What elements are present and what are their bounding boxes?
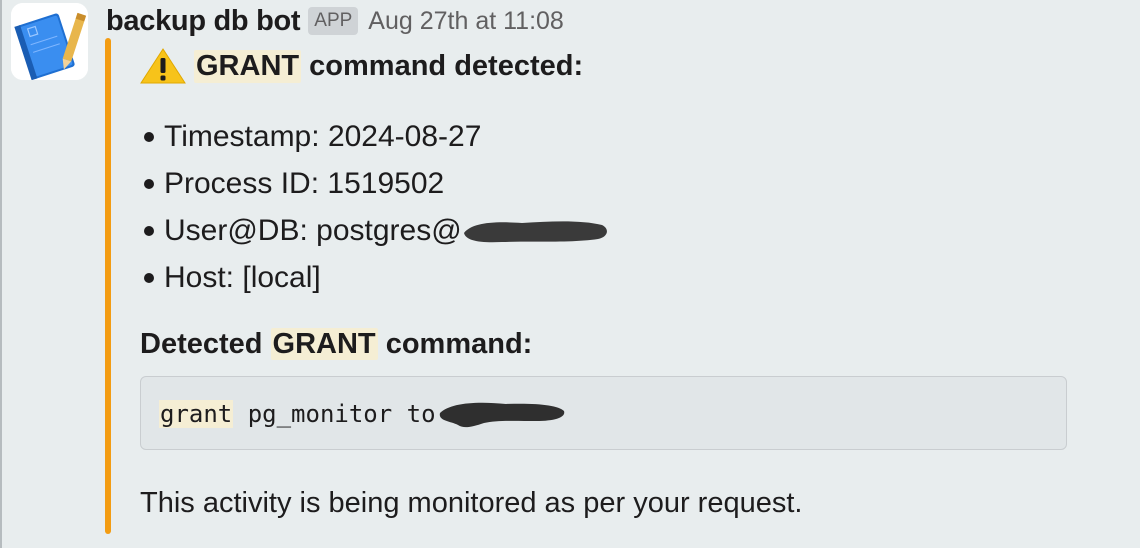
app-badge: APP [308,7,359,35]
detail-list: Timestamp: 2024-08-27 Process ID: 151950… [140,113,610,301]
window-left-edge [0,0,2,548]
redaction-mark [439,402,564,428]
detail-label: Host: [164,261,235,294]
warning-icon [140,48,186,84]
list-item: Host: [local] [140,254,610,301]
detail-value: [local] [242,261,321,294]
subtitle-keyword: GRANT [270,328,378,360]
bullet-dot [144,272,154,283]
code-line: grant pg_monitor to [159,397,566,431]
subtitle-suffix: command: [377,328,533,360]
notebook-icon [11,3,88,80]
subtitle-prefix: Detected [140,328,271,360]
bullet-dot [144,225,154,236]
bot-name[interactable]: backup db bot [106,5,301,38]
detail-value: 2024-08-27 [327,120,482,153]
detail-label: Timestamp: [164,120,320,153]
list-item: User@DB: postgres@ [140,207,610,254]
code-section-heading: Detected GRANT command: [140,323,532,365]
title-text: command detected: [301,49,584,82]
alert-title: GRANT command detected: [140,44,583,88]
detail-value: postgres@ [316,214,462,247]
monitoring-note: This activity is being monitored as per … [140,487,803,519]
detail-value: 1519502 [327,167,445,200]
code-block[interactable]: grant pg_monitor to [140,376,1067,450]
message-timestamp[interactable]: Aug 27th at 11:08 [368,7,564,36]
detail-label: Process ID: [164,167,320,200]
redaction-mark [463,220,607,242]
title-keyword: GRANT [194,49,302,83]
list-item: Timestamp: 2024-08-27 [140,113,610,160]
bullet-dot [144,131,154,142]
bullet-dot [144,178,154,189]
bot-avatar[interactable] [11,3,88,80]
code-text: pg_monitor to [233,400,436,428]
list-item: Process ID: 1519502 [140,160,610,207]
attachment-color-bar [105,38,111,534]
code-keyword: grant [159,400,234,428]
detail-label: User@DB: [164,214,308,247]
message-header: backup db bot APP Aug 27th at 11:08 [106,2,564,40]
